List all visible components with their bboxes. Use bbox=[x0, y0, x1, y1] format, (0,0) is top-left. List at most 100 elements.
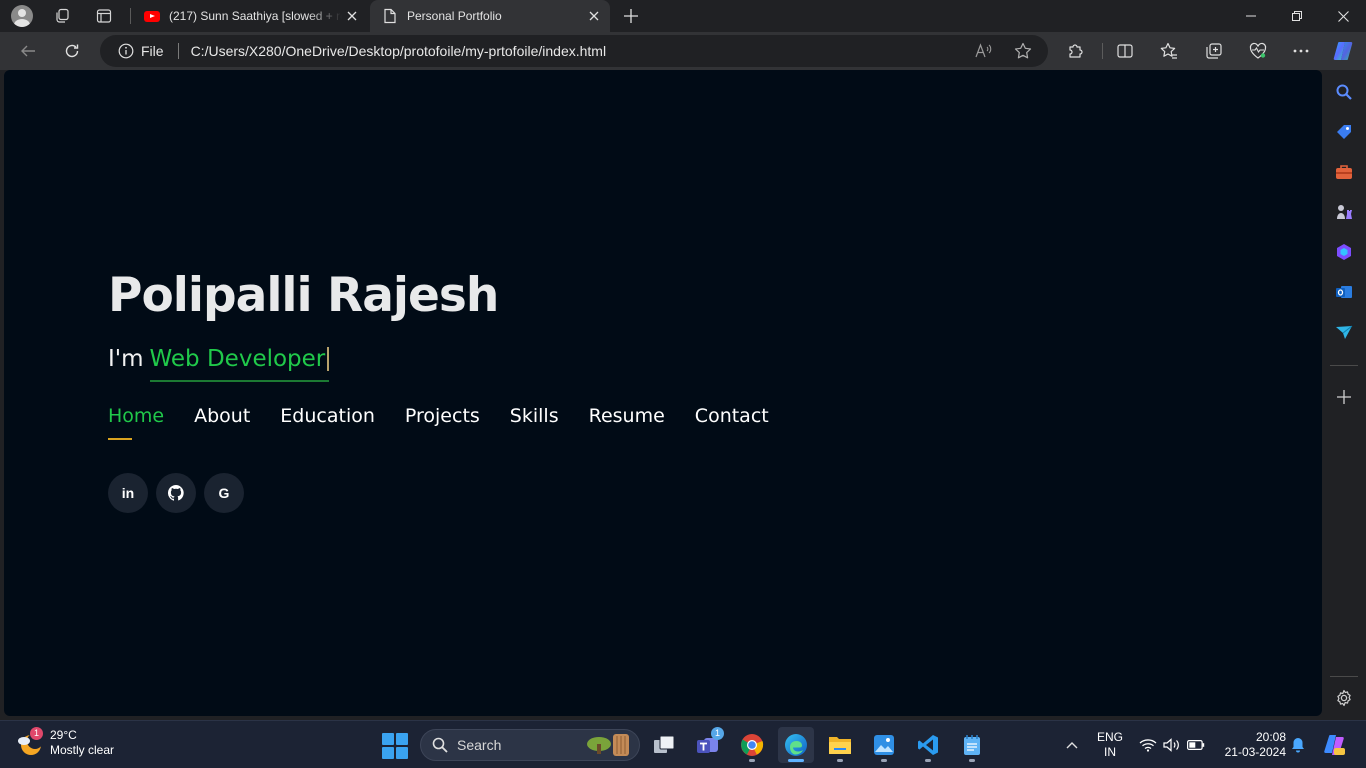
favorites-icon bbox=[1160, 42, 1177, 59]
typed-role: Web Developer bbox=[149, 344, 330, 382]
outlook-icon bbox=[1336, 286, 1352, 298]
nav-resume[interactable]: Resume bbox=[589, 404, 665, 440]
show-hidden-icons-button[interactable] bbox=[1060, 721, 1084, 768]
extensions-button[interactable] bbox=[1060, 35, 1092, 67]
taskbar-edge[interactable] bbox=[778, 727, 814, 763]
subtitle-prefix: I'm bbox=[108, 346, 144, 372]
nav-education[interactable]: Education bbox=[280, 404, 375, 440]
sidebar-drop-button[interactable] bbox=[1332, 320, 1356, 344]
taskbar-vscode[interactable] bbox=[910, 727, 946, 763]
role-text: Web Developer bbox=[149, 346, 326, 372]
more-dots-icon bbox=[1293, 49, 1309, 53]
nav-projects[interactable]: Projects bbox=[405, 404, 480, 440]
start-button[interactable] bbox=[382, 733, 408, 759]
new-tab-button[interactable] bbox=[618, 4, 644, 28]
youtube-icon bbox=[144, 8, 160, 24]
windows-taskbar: 1 29°C Mostly clear Search 1 ENG IN 20:0… bbox=[0, 720, 1366, 768]
clock-date: 21-03-2024 bbox=[1224, 745, 1286, 759]
close-icon bbox=[1337, 10, 1349, 22]
shopping-tag-icon bbox=[1337, 125, 1351, 139]
sidebar-shopping-button[interactable] bbox=[1332, 120, 1356, 144]
teams-badge: 1 bbox=[711, 727, 724, 740]
weather-widget[interactable]: 1 29°C Mostly clear bbox=[14, 727, 114, 759]
github-button[interactable] bbox=[156, 473, 196, 513]
portfolio-page: Polipalli Rajesh I'm Web Developer Home … bbox=[4, 70, 1322, 716]
github-icon bbox=[168, 485, 184, 501]
sidebar-separator bbox=[1330, 676, 1358, 677]
close-tab-icon[interactable] bbox=[584, 6, 604, 26]
taskbar-notepad[interactable] bbox=[954, 727, 990, 763]
search-icon bbox=[1336, 84, 1352, 100]
nav-home[interactable]: Home bbox=[108, 404, 164, 440]
taskbar-photos[interactable] bbox=[866, 727, 902, 763]
sidebar-separator bbox=[1330, 365, 1358, 366]
restore-button[interactable] bbox=[1274, 0, 1320, 32]
copilot-pre-icon bbox=[1324, 735, 1345, 755]
weather-moon-icon: 1 bbox=[14, 727, 46, 759]
nav-skills[interactable]: Skills bbox=[510, 404, 559, 440]
sidebar-settings-button[interactable] bbox=[1332, 686, 1356, 710]
settings-menu-button[interactable] bbox=[1285, 35, 1317, 67]
tab-youtube[interactable]: (217) Sunn Saathiya [slowed + re bbox=[132, 0, 368, 32]
google-button[interactable]: G bbox=[204, 473, 244, 513]
gear-icon bbox=[1337, 689, 1351, 707]
linkedin-button[interactable]: in bbox=[108, 473, 148, 513]
weather-condition: Mostly clear bbox=[50, 743, 115, 757]
taskbar-chrome[interactable] bbox=[734, 727, 770, 763]
main-nav: Home About Education Projects Skills Res… bbox=[108, 404, 799, 440]
sidebar-search-button[interactable] bbox=[1332, 80, 1356, 104]
taskbar-copilot-button[interactable] bbox=[1320, 721, 1348, 768]
language-indicator[interactable]: ENG IN bbox=[1092, 721, 1128, 768]
bell-icon bbox=[1292, 738, 1304, 753]
read-aloud-icon[interactable] bbox=[970, 37, 998, 65]
workspaces-button[interactable] bbox=[46, 4, 78, 28]
tab-actions-button[interactable] bbox=[88, 4, 120, 28]
tab-title: (217) Sunn Saathiya [slowed + re bbox=[169, 9, 342, 23]
search-highlight-icon bbox=[587, 734, 629, 756]
hero-subtitle: I'm Web Developer bbox=[108, 344, 498, 382]
close-window-button[interactable] bbox=[1320, 0, 1366, 32]
taskbar-file-explorer[interactable] bbox=[822, 727, 858, 763]
refresh-icon bbox=[65, 44, 79, 58]
sidebar-outlook-button[interactable] bbox=[1332, 280, 1356, 304]
heartbeat-icon bbox=[1249, 42, 1267, 59]
nav-contact[interactable]: Contact bbox=[695, 404, 769, 440]
close-tab-icon[interactable] bbox=[342, 6, 362, 26]
taskbar-search[interactable]: Search bbox=[420, 729, 640, 761]
language-code: ENG bbox=[1096, 730, 1123, 744]
info-icon[interactable] bbox=[117, 43, 134, 60]
notifications-button[interactable] bbox=[1288, 721, 1308, 768]
chrome-icon bbox=[741, 734, 764, 756]
toolbox-icon bbox=[1336, 165, 1352, 179]
sidebar-add-button[interactable] bbox=[1332, 385, 1356, 409]
workspaces-icon bbox=[56, 8, 69, 23]
minimize-button[interactable] bbox=[1228, 0, 1274, 32]
system-status-button[interactable] bbox=[1136, 721, 1208, 768]
sidebar-tools-button[interactable] bbox=[1332, 160, 1356, 184]
task-view-icon bbox=[654, 735, 675, 753]
collections-button[interactable] bbox=[1198, 35, 1230, 67]
back-button[interactable] bbox=[12, 35, 44, 67]
copilot-button[interactable] bbox=[1327, 35, 1359, 67]
sidebar-games-button[interactable] bbox=[1332, 200, 1356, 224]
clock[interactable]: 20:08 21-03-2024 bbox=[1216, 721, 1286, 768]
taskbar-teams[interactable]: 1 bbox=[690, 727, 726, 763]
taskbar-task-view[interactable] bbox=[646, 727, 682, 763]
nav-about[interactable]: About bbox=[194, 404, 250, 440]
edge-sidebar bbox=[1322, 70, 1366, 716]
address-bar[interactable]: File C:/Users/X280/OneDrive/Desktop/prot… bbox=[100, 35, 1048, 67]
minimize-icon bbox=[1246, 15, 1256, 17]
sidebar-m365-button[interactable] bbox=[1332, 240, 1356, 264]
browser-essentials-button[interactable] bbox=[1242, 35, 1274, 67]
tab-strip: (217) Sunn Saathiya [slowed + re Persona… bbox=[0, 0, 1366, 32]
photos-icon bbox=[874, 735, 894, 755]
profile-button[interactable] bbox=[6, 4, 38, 28]
toolbar-separator bbox=[1102, 43, 1103, 59]
search-label: Search bbox=[457, 737, 502, 753]
split-screen-button[interactable] bbox=[1109, 35, 1141, 67]
refresh-button[interactable] bbox=[56, 35, 88, 67]
favorites-button[interactable] bbox=[1153, 35, 1185, 67]
url-text[interactable]: C:/Users/X280/OneDrive/Desktop/protofoil… bbox=[191, 43, 970, 59]
favorite-star-icon[interactable] bbox=[1009, 37, 1037, 65]
tab-personal-portfolio[interactable]: Personal Portfolio bbox=[370, 0, 610, 32]
